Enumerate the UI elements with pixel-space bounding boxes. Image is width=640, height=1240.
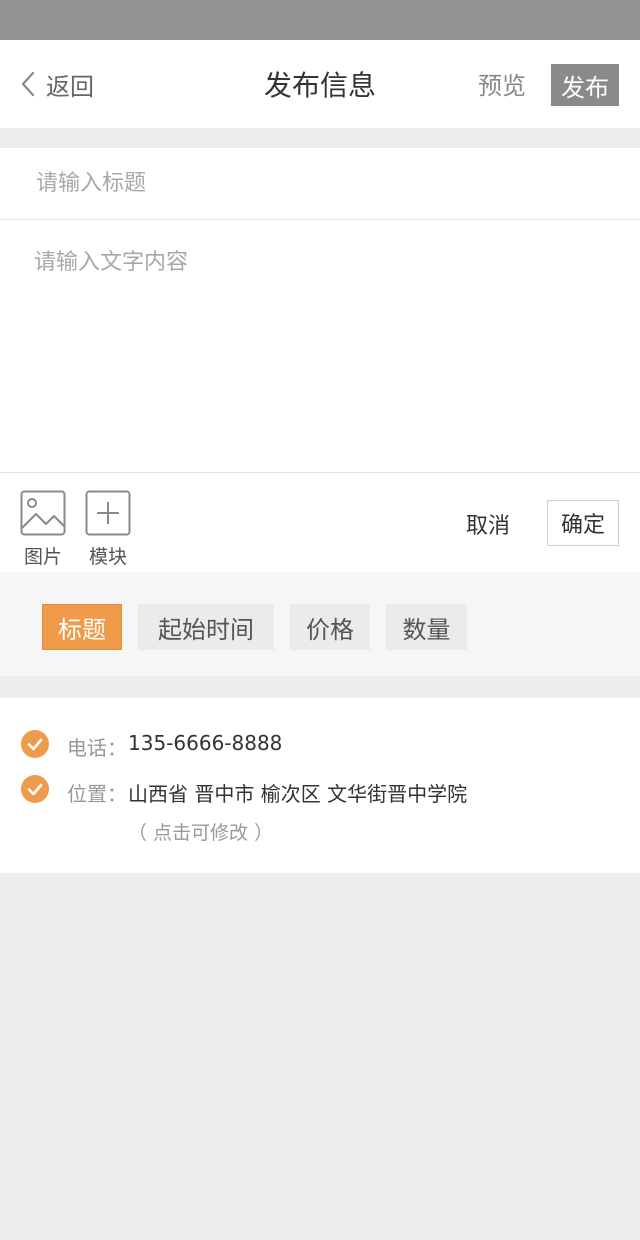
publish-button[interactable]: 发布: [551, 64, 619, 106]
tag-title[interactable]: 标题: [42, 604, 122, 650]
confirm-button[interactable]: 确定: [547, 500, 619, 546]
phone-value: 135-6666-8888: [128, 731, 283, 755]
image-icon: [20, 490, 66, 536]
phone-label: 电话：: [67, 736, 127, 760]
check-circle-icon[interactable]: [21, 730, 49, 758]
image-label: 图片: [23, 546, 62, 568]
location-label: 位置：: [67, 782, 127, 806]
check-circle-icon[interactable]: [21, 775, 49, 803]
contact-info-panel: 电话： 135-6666-8888 位置： 山西省 晋中市 榆次区 文华街晋中学…: [0, 698, 640, 873]
preview-button[interactable]: 预览: [478, 66, 526, 101]
location-value: 山西省 晋中市 榆次区 文华街晋中学院: [128, 782, 468, 806]
tag-quantity[interactable]: 数量: [386, 604, 467, 650]
title-input[interactable]: [0, 148, 640, 220]
insert-module-button[interactable]: 模块: [84, 490, 132, 569]
tag-price[interactable]: 价格: [290, 604, 370, 650]
cancel-button[interactable]: 取消: [466, 508, 510, 540]
module-label: 模块: [88, 546, 127, 568]
content-textarea[interactable]: [0, 220, 640, 473]
insert-image-button[interactable]: 图片: [19, 490, 67, 569]
page: 返回 发布信息 预览 发布 图片 模块 取消 确定 标题 起始时间 价格 数量: [0, 0, 640, 1240]
page-title: 发布信息: [263, 69, 376, 102]
tag-start-time[interactable]: 起始时间: [138, 604, 274, 650]
plus-icon: [85, 490, 131, 536]
status-bar: [0, 0, 640, 40]
module-tag-panel: 标题 起始时间 价格 数量: [0, 572, 640, 676]
edit-location-hint[interactable]: （ 点击可修改 ）: [128, 818, 273, 845]
navigation-bar: 返回 发布信息 预览 发布: [0, 40, 640, 128]
